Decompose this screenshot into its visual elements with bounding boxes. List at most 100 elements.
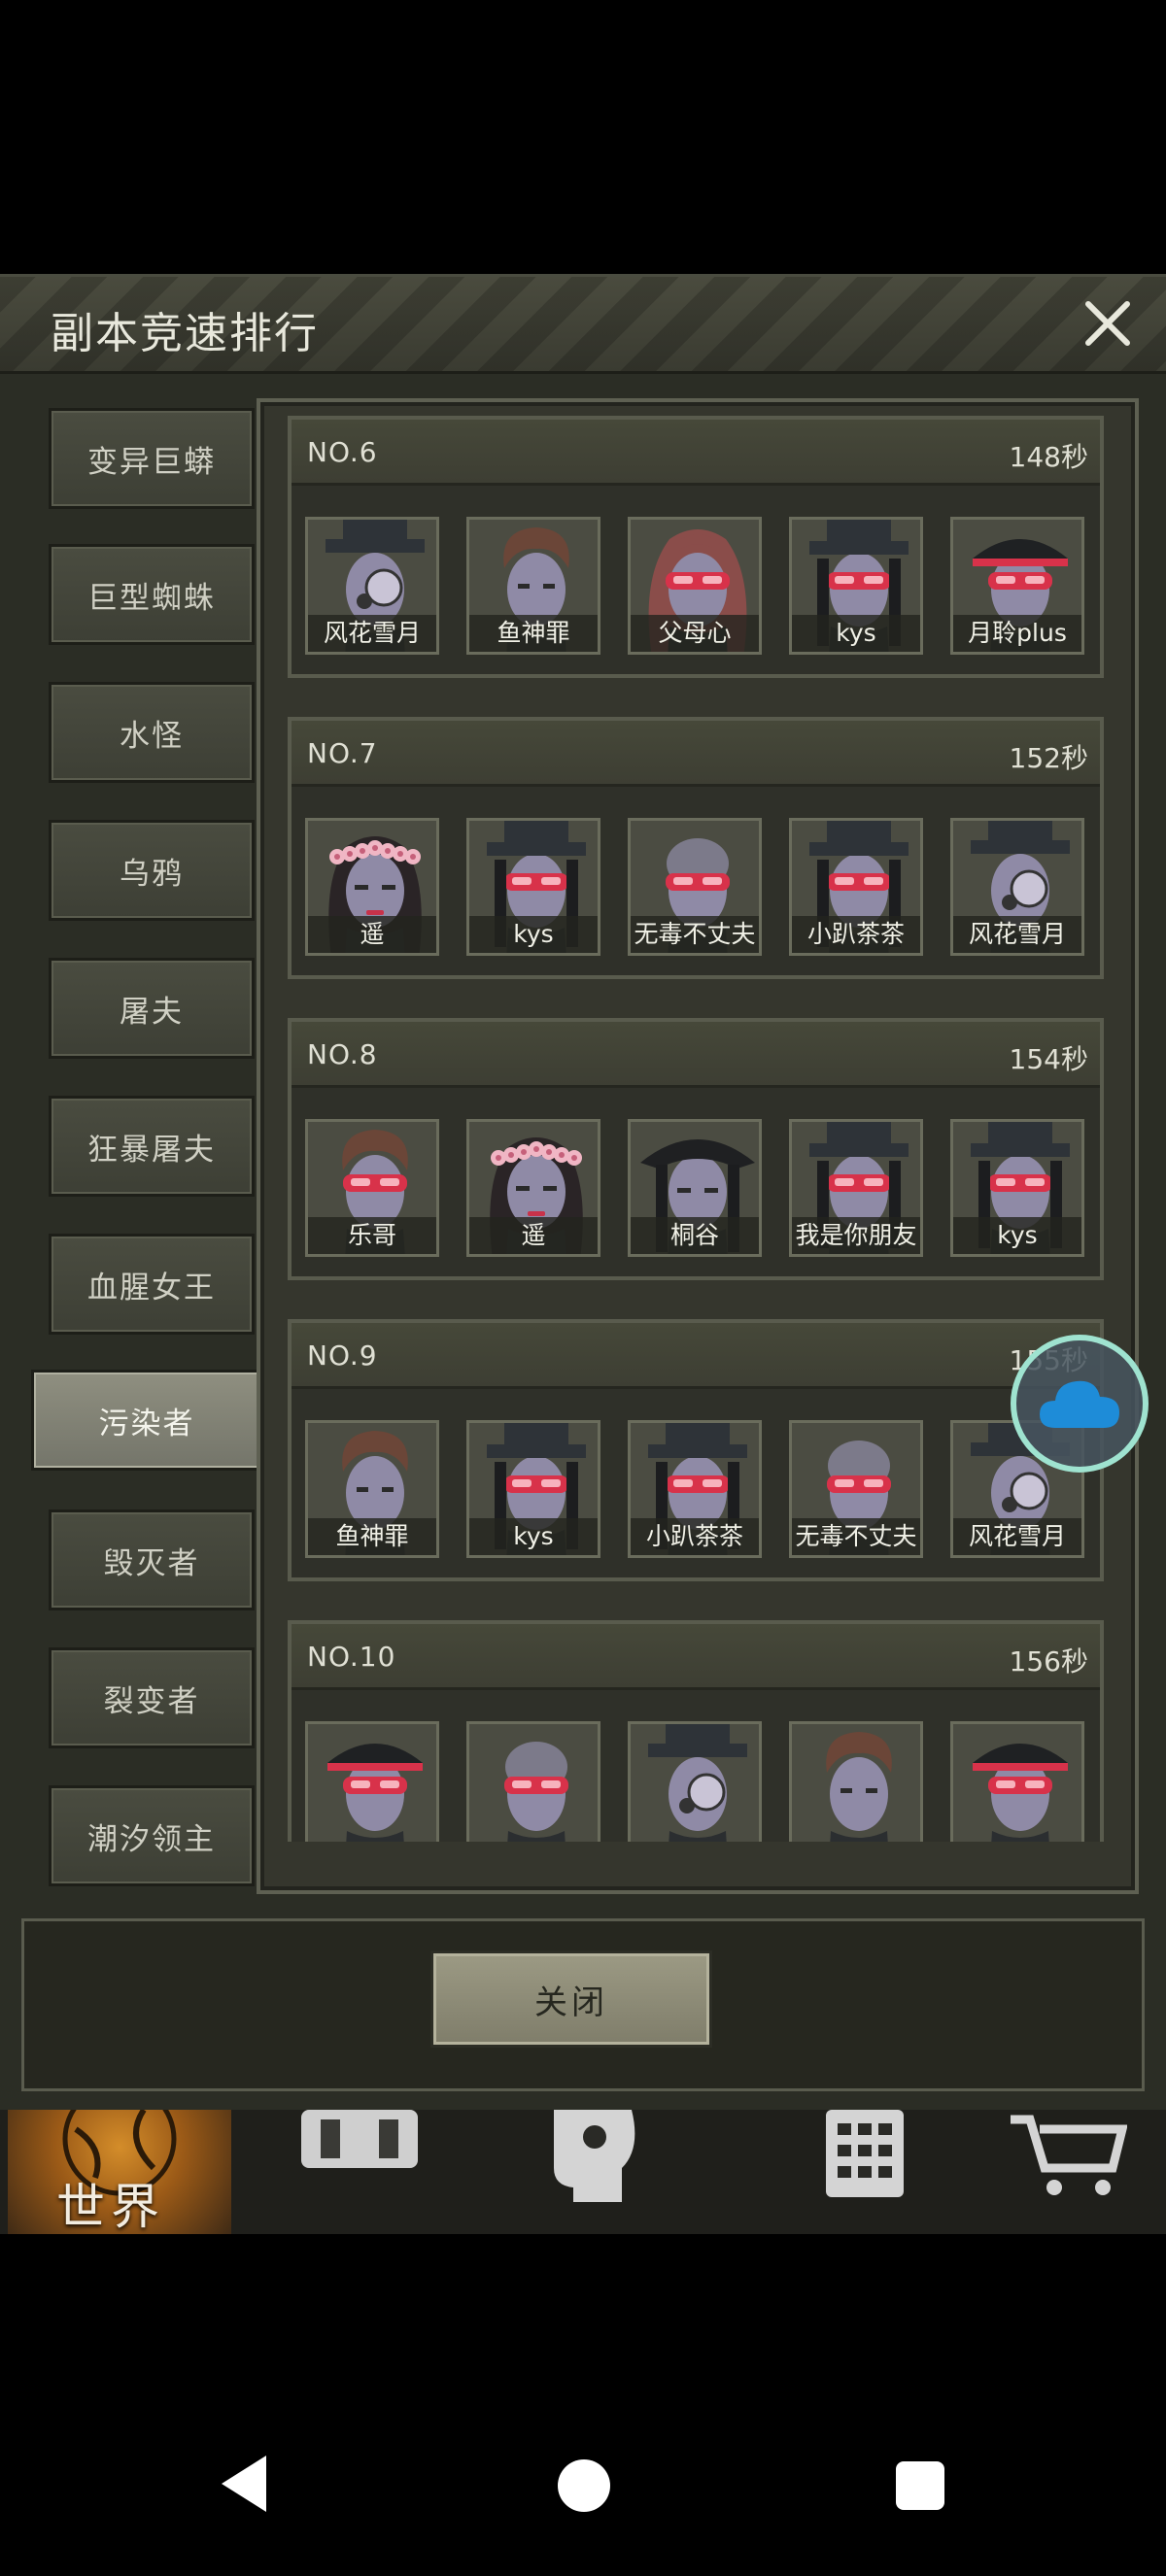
category-tab[interactable]: 毁灭者 [49, 1509, 255, 1610]
member-slot[interactable]: 我是你朋友 [789, 1119, 923, 1257]
member-name: 风花雪月 [308, 615, 436, 652]
member-name: kys [792, 615, 920, 652]
member-name: 小趴茶茶 [792, 916, 920, 953]
ranking-card-header: NO.10 156秒 [292, 1624, 1100, 1690]
ranking-card: NO.9155秒鱼神罪 kys 小趴茶茶无毒不丈夫风花雪月 [288, 1319, 1104, 1581]
member-slot[interactable]: kys [950, 1119, 1084, 1257]
member-slot[interactable]: 月聆plus [950, 517, 1084, 655]
ranking-card-header: NO.9155秒 [292, 1323, 1100, 1389]
panel-header: 副本竞速排行 [0, 277, 1166, 374]
member-slot[interactable]: 遥 [466, 1119, 600, 1257]
team-members: 乐哥遥桐谷 我是你朋友 kys [305, 1119, 1102, 1265]
calculator-icon [826, 2110, 904, 2197]
member-name: kys [953, 1217, 1081, 1254]
system-nav-bar [0, 2419, 1166, 2535]
member-slot[interactable]: 小趴茶茶 [789, 818, 923, 956]
panel-title: 副本竞速排行 [51, 309, 319, 358]
member-slot[interactable]: 风花雪月 [950, 818, 1084, 956]
member-name: kys [469, 916, 598, 953]
member-slot[interactable]: 鱼神罪 [305, 1420, 439, 1558]
cloud-float-button[interactable] [1011, 1335, 1149, 1473]
category-tab[interactable]: 裂变者 [49, 1647, 255, 1748]
nav-tab-craft[interactable] [777, 2110, 1001, 2234]
category-tab[interactable]: 巨型蜘蛛 [49, 544, 255, 645]
member-slot[interactable]: 无毒不丈夫 [628, 818, 762, 956]
back-icon[interactable] [220, 2454, 268, 2514]
ranking-panel: 副本竞速排行 变异巨蟒巨型蜘蛛水怪乌鸦屠夫狂暴屠夫血腥女王污染者毁灭者裂变者潮汐… [0, 274, 1166, 2110]
ranking-frame: NO.6 148秒 风花雪月 鱼神罪 父母心 kys 月聆plus NO.7 152秒遥 kys 无… [257, 398, 1139, 1894]
rank-number: NO.9 [307, 1339, 378, 1372]
bottom-nav: 世界 [0, 2082, 1166, 2235]
rank-time: 156秒 [1009, 1645, 1088, 1678]
cart-icon [1011, 2115, 1127, 2195]
member-name: 风花雪月 [953, 916, 1081, 953]
team-members: 遥 kys 无毒不丈夫 小趴茶茶 风花雪月 [305, 818, 1102, 964]
member-slot[interactable]: 桐谷 [628, 1119, 762, 1257]
member-name: kys [469, 1518, 598, 1555]
ranking-card: NO.6 148秒风花雪月 鱼神罪 父母心 kys 月聆plus [288, 416, 1104, 678]
ranking-card-header: NO.8 154秒 [292, 1022, 1100, 1088]
category-tab[interactable]: 污染者 [31, 1370, 262, 1471]
nav-tab-shop[interactable] [991, 2110, 1166, 2234]
member-slot[interactable]: 风花雪月 [305, 517, 439, 655]
member-slot[interactable] [789, 1721, 923, 1842]
nav-tab-skills[interactable] [525, 2110, 748, 2234]
member-slot[interactable]: 遥 [305, 818, 439, 956]
member-slot[interactable]: 无毒不丈夫 [789, 1420, 923, 1558]
rank-number: NO.10 [307, 1641, 396, 1673]
member-slot[interactable] [305, 1721, 439, 1842]
ranking-card: NO.8 154秒乐哥遥桐谷 我是你朋友 kys [288, 1018, 1104, 1280]
close-icon[interactable] [1079, 294, 1137, 353]
member-slot[interactable]: 乐哥 [305, 1119, 439, 1257]
member-name: 父母心 [631, 615, 759, 652]
panel-footer: 关闭 [21, 1918, 1145, 2091]
nav-world-label: 世界 [56, 2179, 165, 2235]
recents-icon[interactable] [896, 2461, 944, 2510]
cloud-icon [1040, 1380, 1119, 1428]
nav-tab-backpack[interactable] [282, 2110, 505, 2234]
category-tab[interactable]: 屠夫 [49, 958, 255, 1059]
home-icon[interactable] [558, 2459, 610, 2512]
backpack-icon [301, 2110, 418, 2168]
ranking-list[interactable]: NO.6 148秒 风花雪月 鱼神罪 父母心 kys 月聆plus NO.7 152秒遥 kys 无… [288, 416, 1115, 1842]
team-members: 风花雪月 鱼神罪 父母心 kys 月聆plus [305, 517, 1102, 662]
category-tab[interactable]: 血腥女王 [49, 1234, 255, 1335]
category-tab[interactable]: 水怪 [49, 682, 255, 783]
ranking-card: NO.7 152秒遥 kys 无毒不丈夫 小趴茶茶 风花雪月 [288, 717, 1104, 979]
rank-time: 154秒 [1009, 1043, 1088, 1075]
rank-time: 152秒 [1009, 742, 1088, 774]
rank-time: 148秒 [1009, 441, 1088, 473]
close-button[interactable]: 关闭 [430, 1950, 712, 2048]
member-slot[interactable]: kys [466, 818, 600, 956]
member-slot[interactable]: 小趴茶茶 [628, 1420, 762, 1558]
member-name: 小趴茶茶 [631, 1518, 759, 1555]
member-slot[interactable] [950, 1721, 1084, 1842]
member-slot[interactable] [628, 1721, 762, 1842]
member-name: 遥 [469, 1217, 598, 1254]
category-tab[interactable]: 乌鸦 [49, 820, 255, 921]
member-name: 月聆plus [953, 615, 1081, 652]
member-slot[interactable]: 鱼神罪 [466, 517, 600, 655]
member-name: 无毒不丈夫 [631, 916, 759, 953]
head-gear-icon [554, 2110, 635, 2202]
category-tab[interactable]: 狂暴屠夫 [49, 1096, 255, 1197]
member-slot[interactable] [466, 1721, 600, 1842]
member-slot[interactable]: kys [466, 1420, 600, 1558]
ranking-card: NO.10 156秒 [288, 1620, 1104, 1842]
member-name: 鱼神罪 [308, 1518, 436, 1555]
member-name: 桐谷 [631, 1217, 759, 1254]
rank-number: NO.8 [307, 1038, 378, 1070]
team-members: 鱼神罪 kys 小趴茶茶 无毒不丈夫 风花雪月 [305, 1420, 1102, 1566]
member-slot[interactable]: 父母心 [628, 517, 762, 655]
ranking-card-header: NO.7 152秒 [292, 721, 1100, 787]
rank-number: NO.6 [307, 436, 378, 468]
member-name: 乐哥 [308, 1217, 436, 1254]
rank-number: NO.7 [307, 737, 378, 769]
category-tab[interactable]: 变异巨蟒 [49, 408, 255, 509]
member-name: 遥 [308, 916, 436, 953]
nav-tab-world[interactable]: 世界 [8, 2082, 231, 2235]
member-slot[interactable]: kys [789, 517, 923, 655]
category-tab[interactable]: 潮汐领主 [49, 1785, 255, 1886]
member-name: 鱼神罪 [469, 615, 598, 652]
member-name: 无毒不丈夫 [792, 1518, 920, 1555]
